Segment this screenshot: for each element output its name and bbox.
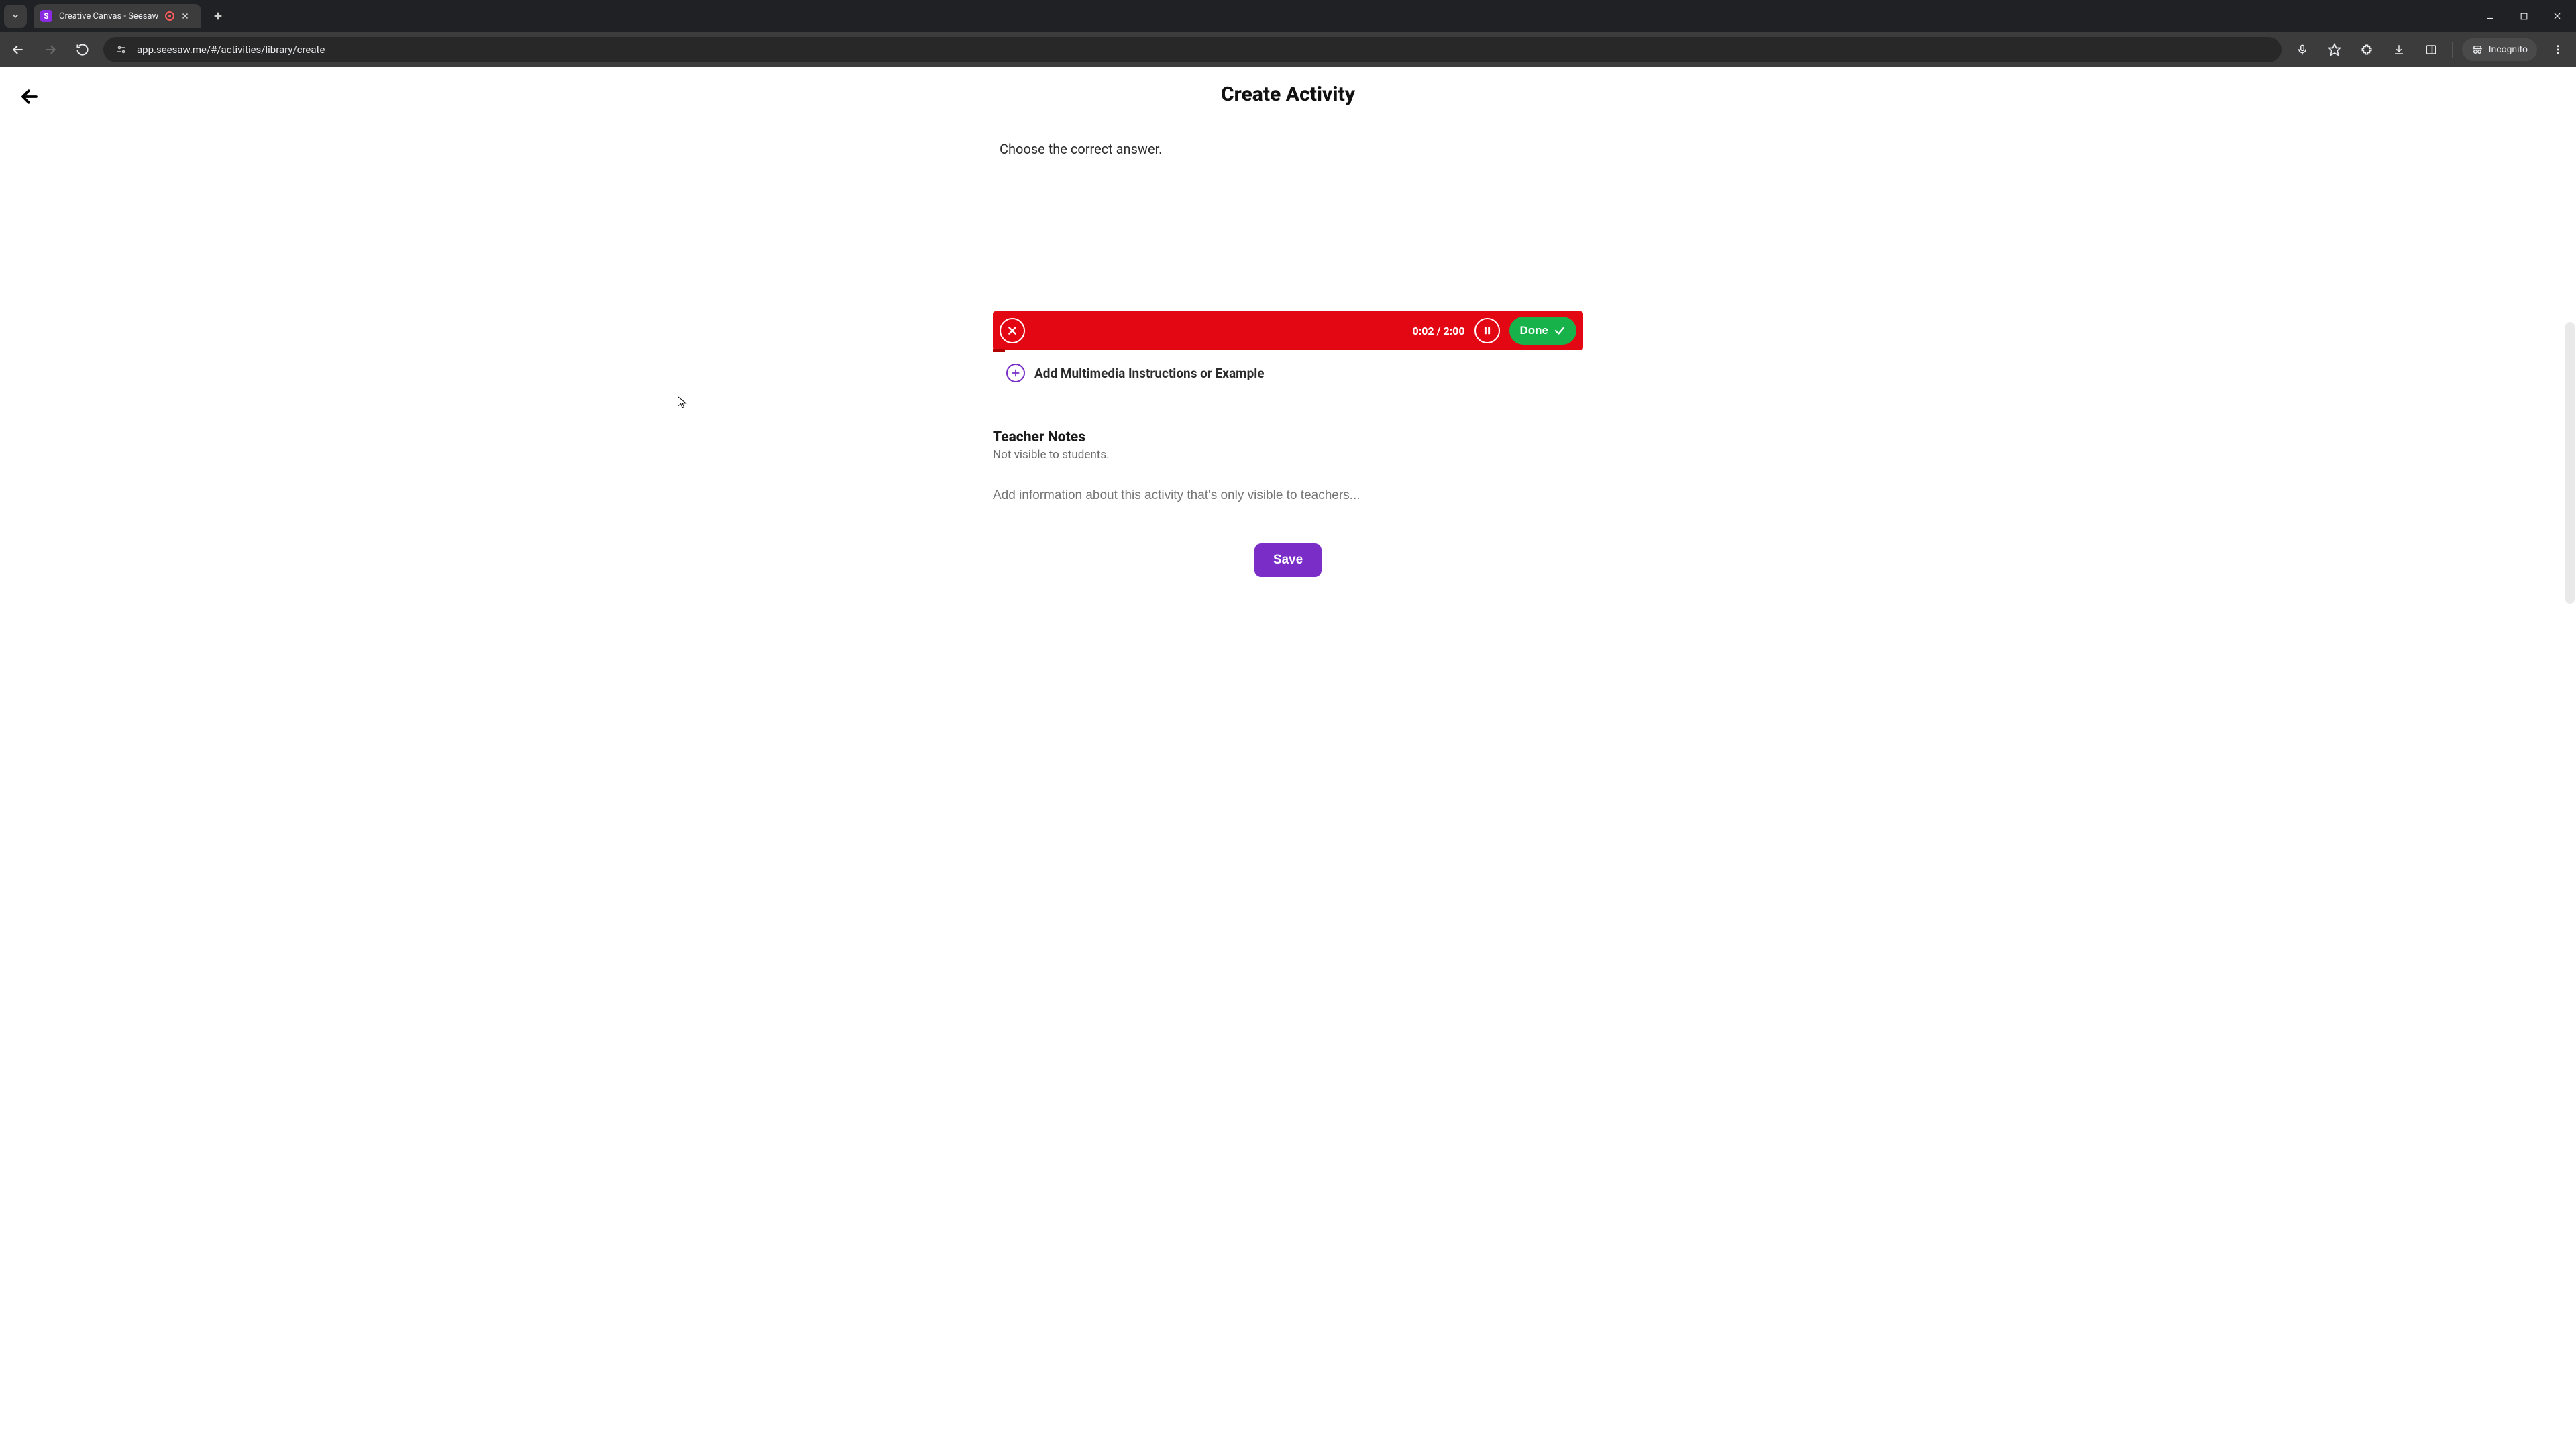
star-icon <box>2328 43 2341 56</box>
kebab-icon <box>2552 44 2564 56</box>
close-tab-button[interactable] <box>181 12 189 20</box>
panel-icon <box>2425 44 2437 56</box>
incognito-icon <box>2471 44 2483 56</box>
maximize-icon <box>2520 12 2528 21</box>
recording-bar-container: 0:02 / 2:00 Done <box>993 311 1583 350</box>
close-icon <box>1007 325 1018 336</box>
done-recording-button[interactable]: Done <box>1509 317 1577 345</box>
tab-strip: S Creative Canvas - Seesaw <box>0 0 2576 32</box>
address-bar[interactable]: app.seesaw.me/#/activities/library/creat… <box>103 37 2282 62</box>
mic-icon <box>2296 44 2308 56</box>
reload-button[interactable] <box>71 38 94 61</box>
download-icon <box>2393 44 2405 56</box>
add-multimedia-label: Add Multimedia Instructions or Example <box>1034 366 1265 381</box>
plus-circle-icon <box>1006 364 1025 382</box>
incognito-indicator[interactable]: Incognito <box>2462 38 2537 61</box>
tab-title: Creative Canvas - Seesaw <box>59 11 158 21</box>
teacher-notes-title: Teacher Notes <box>993 429 1583 445</box>
minimize-window-button[interactable] <box>2475 5 2505 27</box>
tab-search-dropdown[interactable] <box>4 5 27 28</box>
recording-progress <box>993 349 1005 352</box>
add-multimedia-row[interactable]: Add Multimedia Instructions or Example <box>993 364 1583 382</box>
new-tab-button[interactable] <box>208 6 228 26</box>
reload-icon <box>76 43 89 56</box>
browser-menu-button[interactable] <box>2546 38 2569 61</box>
page-header: Create Activity <box>0 67 2576 121</box>
pause-icon <box>1483 326 1492 335</box>
puzzle-icon <box>2361 44 2373 56</box>
chevron-down-icon <box>11 11 20 21</box>
incognito-label: Incognito <box>2489 44 2528 55</box>
minimize-icon <box>2485 11 2495 21</box>
arrow-left-icon <box>11 43 25 56</box>
teacher-notes-section: Teacher Notes Not visible to students. <box>993 429 1583 503</box>
pause-recording-button[interactable] <box>1474 318 1500 343</box>
side-panel-button[interactable] <box>2420 38 2443 61</box>
scrollbar[interactable] <box>2565 322 2575 604</box>
downloads-button[interactable] <box>2387 38 2410 61</box>
site-settings-icon[interactable] <box>114 42 129 57</box>
nav-back-button[interactable] <box>7 38 30 61</box>
browser-toolbar: app.seesaw.me/#/activities/library/creat… <box>0 32 2576 67</box>
bookmark-button[interactable] <box>2323 38 2346 61</box>
plus-icon <box>213 11 223 21</box>
check-icon <box>1554 325 1566 337</box>
window-controls <box>2475 5 2576 27</box>
close-window-button[interactable] <box>2542 5 2572 27</box>
browser-chrome: S Creative Canvas - Seesaw <box>0 0 2576 67</box>
toolbar-right: Incognito <box>2291 38 2569 61</box>
teacher-notes-subtitle: Not visible to students. <box>993 448 1583 462</box>
close-icon <box>181 12 189 20</box>
done-label: Done <box>1520 324 1549 337</box>
cancel-recording-button[interactable] <box>1000 318 1025 343</box>
teacher-notes-input[interactable] <box>993 488 1583 503</box>
save-button[interactable]: Save <box>1254 543 1322 577</box>
toolbar-divider <box>2452 42 2453 58</box>
content-area: Choose the correct answer. 0:02 / 2:00 D… <box>979 121 1597 577</box>
arrow-right-icon <box>44 43 57 56</box>
voice-search-button[interactable] <box>2291 38 2314 61</box>
browser-tab[interactable]: S Creative Canvas - Seesaw <box>34 4 201 28</box>
recording-indicator-icon <box>165 11 174 21</box>
page-title: Create Activity <box>1221 83 1355 106</box>
url-text: app.seesaw.me/#/activities/library/creat… <box>137 44 325 56</box>
recording-bar: 0:02 / 2:00 Done <box>993 311 1583 350</box>
close-icon <box>2553 11 2562 21</box>
extensions-button[interactable] <box>2355 38 2378 61</box>
arrow-left-icon <box>19 87 40 107</box>
app-viewport: Create Activity Choose the correct answe… <box>0 67 2576 1449</box>
maximize-window-button[interactable] <box>2509 5 2538 27</box>
save-row: Save <box>993 543 1583 577</box>
nav-forward-button[interactable] <box>39 38 62 61</box>
instruction-text[interactable]: Choose the correct answer. <box>993 121 1583 157</box>
seesaw-favicon-icon: S <box>40 10 52 22</box>
back-button[interactable] <box>16 83 43 110</box>
save-label: Save <box>1273 553 1303 567</box>
cursor-icon <box>676 394 690 411</box>
recording-time: 0:02 / 2:00 <box>1413 325 1465 337</box>
